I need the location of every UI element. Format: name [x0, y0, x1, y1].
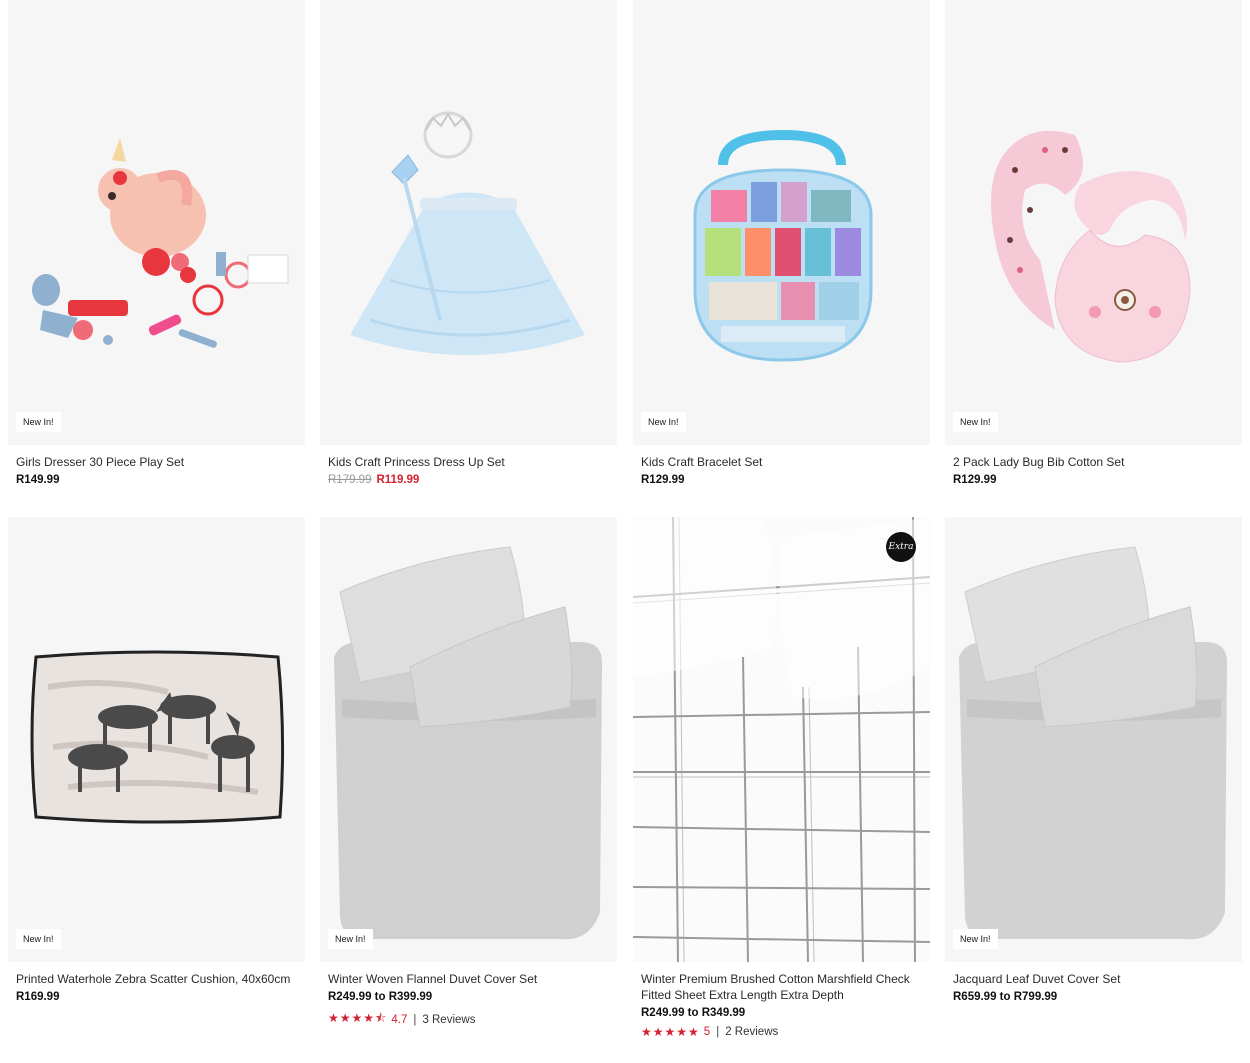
- bracelet-kit-image: [693, 129, 873, 362]
- zebra-cushion-image: [30, 650, 285, 824]
- product-card[interactable]: New In! 2 Pack Lady Bug Bib Cotton Set R…: [945, 0, 1242, 486]
- grey-duvet-image: [334, 546, 602, 940]
- star-rating-icon: ★★★★⯪: [328, 1011, 388, 1025]
- product-image[interactable]: New In!: [945, 517, 1242, 962]
- princess-dress-up-image: [350, 111, 585, 355]
- rating-row[interactable]: ★★★★⯪ 4.7 | 3 Reviews: [328, 1009, 609, 1030]
- product-price: R129.99: [641, 474, 685, 486]
- product-title[interactable]: Printed Waterhole Zebra Scatter Cushion,…: [16, 971, 297, 987]
- product-price: R179.99 R119.99: [328, 474, 609, 486]
- sale-price: R119.99: [376, 474, 420, 486]
- product-image[interactable]: New In!: [8, 0, 305, 445]
- product-price: R249.99 to R399.99: [328, 991, 433, 1003]
- product-price: R149.99: [16, 474, 60, 486]
- product-card[interactable]: Kids Craft Princess Dress Up Set R179.99…: [320, 0, 617, 486]
- product-title[interactable]: Girls Dresser 30 Piece Play Set: [16, 454, 297, 470]
- product-image[interactable]: Extra: [633, 517, 930, 962]
- product-card[interactable]: New In! Kids Craft Bracelet Set R129.99: [633, 0, 930, 486]
- product-card[interactable]: New In! Winter Woven Flannel Duvet Cover…: [320, 517, 617, 1030]
- rating-separator: |: [716, 1026, 720, 1038]
- rating-row[interactable]: ★★★★★ 5 | 2 Reviews: [641, 1025, 922, 1039]
- product-price: R659.99 to R799.99: [953, 991, 1058, 1003]
- product-card[interactable]: New In! Printed Waterhole Zebra Scatter …: [8, 517, 305, 1003]
- product-card[interactable]: New In! Girls Dresser 30 Piece Play Set …: [8, 0, 305, 486]
- product-card[interactable]: Extra Winter Premium Brushed Cotton Mars…: [633, 517, 930, 1039]
- product-image[interactable]: New In!: [945, 0, 1242, 445]
- rating-value: 5: [703, 1026, 711, 1038]
- rating-value: 4.7: [391, 1013, 408, 1026]
- product-image[interactable]: New In!: [320, 517, 617, 962]
- check-sheet-image: [633, 517, 930, 962]
- product-title[interactable]: 2 Pack Lady Bug Bib Cotton Set: [953, 454, 1234, 470]
- product-price: R129.99: [953, 474, 997, 486]
- product-image[interactable]: New In!: [8, 517, 305, 962]
- bib-set-image: [991, 130, 1191, 363]
- product-title[interactable]: Jacquard Leaf Duvet Cover Set: [953, 971, 1234, 987]
- new-in-badge: New In!: [328, 929, 373, 949]
- product-image[interactable]: [320, 0, 617, 445]
- new-in-badge: New In!: [953, 929, 998, 949]
- product-title[interactable]: Kids Craft Bracelet Set: [641, 454, 922, 470]
- original-price: R179.99: [328, 474, 372, 486]
- star-rating-icon: ★★★★★: [641, 1025, 700, 1039]
- new-in-badge: New In!: [953, 412, 998, 432]
- reviews-link[interactable]: 3 Reviews: [422, 1014, 475, 1026]
- rating-separator: |: [413, 1013, 417, 1026]
- extra-badge: Extra: [886, 532, 916, 562]
- product-price: R169.99: [16, 991, 60, 1003]
- product-title[interactable]: Winter Premium Brushed Cotton Marshfield…: [641, 971, 922, 1003]
- new-in-badge: New In!: [16, 929, 61, 949]
- product-card[interactable]: New In! Jacquard Leaf Duvet Cover Set R6…: [945, 517, 1242, 1003]
- product-price: R249.99 to R349.99: [641, 1007, 746, 1019]
- unicorn-playset-image: [32, 138, 289, 348]
- reviews-link[interactable]: 2 Reviews: [725, 1026, 778, 1038]
- product-title[interactable]: Winter Woven Flannel Duvet Cover Set: [328, 971, 609, 987]
- new-in-badge: New In!: [16, 412, 61, 432]
- product-image[interactable]: New In!: [633, 0, 930, 445]
- product-title[interactable]: Kids Craft Princess Dress Up Set: [328, 454, 609, 470]
- new-in-badge: New In!: [641, 412, 686, 432]
- grey-duvet-image: [959, 546, 1227, 940]
